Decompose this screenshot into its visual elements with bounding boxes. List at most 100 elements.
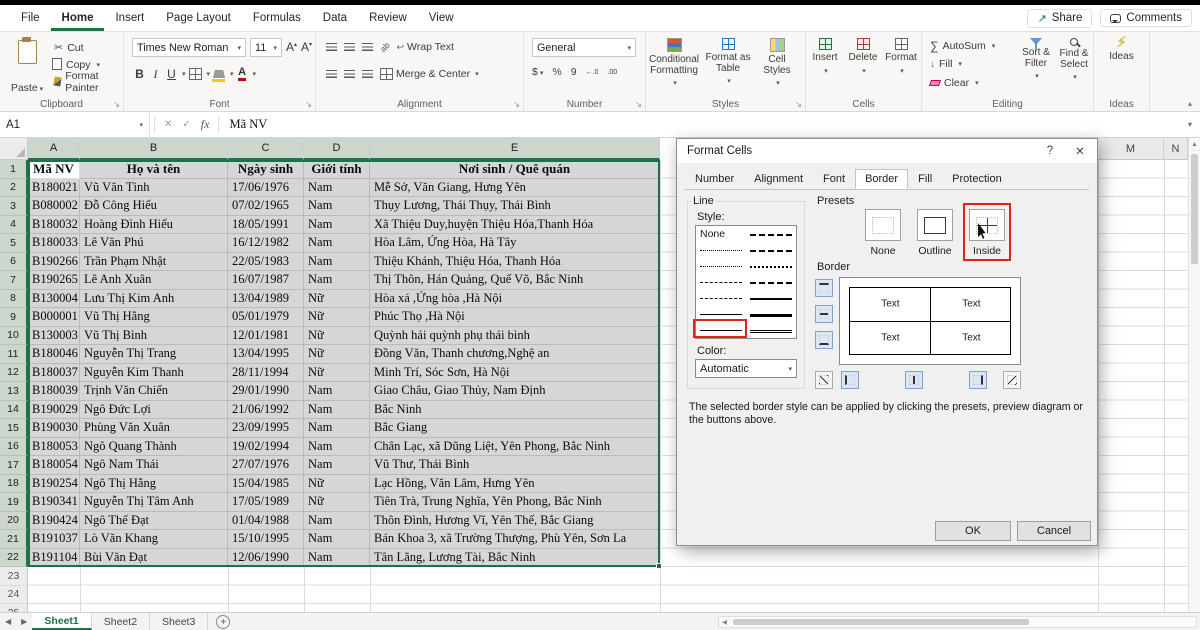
chevron-down-icon[interactable]: ▾: [182, 70, 186, 78]
cell[interactable]: Nam: [304, 197, 370, 216]
line-style-option[interactable]: [696, 274, 746, 290]
line-style-option[interactable]: [746, 274, 796, 290]
row-header[interactable]: 25: [0, 604, 28, 612]
column-header-c[interactable]: C: [228, 138, 304, 160]
cell[interactable]: Ngày sinh: [228, 160, 304, 179]
find-select-button[interactable]: Find & Select ▾: [1056, 32, 1092, 84]
cancel-button[interactable]: Cancel: [1017, 521, 1091, 541]
fill-button[interactable]: ↓ Fill ▾: [930, 58, 962, 70]
cell[interactable]: Nam: [304, 252, 370, 271]
ribbon-tab-formulas[interactable]: Formulas: [242, 5, 312, 31]
clipboard-dialog-launcher-icon[interactable]: ↘: [113, 100, 120, 109]
row-header[interactable]: 9: [0, 308, 28, 327]
cell[interactable]: Hòa Lâm, Ứng Hòa, Hà Tây: [370, 234, 660, 253]
ribbon-tab-data[interactable]: Data: [312, 5, 358, 31]
cell[interactable]: Ngô Quang Thành: [80, 437, 228, 456]
formula-bar-input[interactable]: Mã NV: [223, 117, 1180, 132]
cell[interactable]: 22/05/1983: [228, 252, 304, 271]
cell[interactable]: 12/06/1990: [228, 548, 304, 567]
vertical-scrollbar[interactable]: ▲: [1188, 138, 1200, 612]
line-style-option[interactable]: [746, 258, 796, 274]
cell[interactable]: Ngô Đức Lợi: [80, 400, 228, 419]
cell[interactable]: 27/07/1976: [228, 456, 304, 475]
cell[interactable]: 15/10/1995: [228, 530, 304, 549]
align-right-icon[interactable]: [362, 70, 373, 78]
row-header[interactable]: 4: [0, 215, 28, 234]
horizontal-scroll-thumb[interactable]: [733, 619, 1029, 625]
row-header[interactable]: 20: [0, 511, 28, 530]
cell[interactable]: Thôn Đình, Hương Vĩ, Yên Thế, Bắc Giang: [370, 511, 660, 530]
column-header-e[interactable]: E: [370, 138, 660, 160]
cell[interactable]: 13/04/1995: [228, 345, 304, 364]
active-cell-a1[interactable]: Mã NV: [28, 160, 80, 179]
row-header[interactable]: 8: [0, 289, 28, 308]
comments-button[interactable]: Comments: [1100, 9, 1192, 27]
wrap-text-button[interactable]: ↩ Wrap Text: [396, 41, 453, 53]
cell[interactable]: B130003: [28, 326, 80, 345]
cell[interactable]: Ngô Thế Đạt: [80, 511, 228, 530]
align-middle-icon[interactable]: [344, 43, 355, 51]
font-color-button[interactable]: A: [235, 65, 250, 83]
enter-icon[interactable]: ✓: [177, 119, 195, 130]
cell[interactable]: 05/01/1979: [228, 308, 304, 327]
alignment-dialog-launcher-icon[interactable]: ↘: [513, 100, 520, 109]
cancel-icon[interactable]: ✕: [159, 119, 177, 130]
cell[interactable]: B180054: [28, 456, 80, 475]
cell[interactable]: 16/07/1987: [228, 271, 304, 290]
cell[interactable]: Nữ: [304, 345, 370, 364]
row-header[interactable]: 16: [0, 437, 28, 456]
cell[interactable]: Nữ: [304, 493, 370, 512]
line-style-option[interactable]: [696, 242, 746, 258]
vertical-scroll-thumb[interactable]: [1191, 154, 1198, 264]
cell[interactable]: Bùi Văn Đạt: [80, 548, 228, 567]
merge-center-button[interactable]: Merge & Center ▾: [380, 68, 479, 80]
align-left-icon[interactable]: [326, 70, 337, 78]
align-top-icon[interactable]: [326, 43, 337, 51]
cell[interactable]: B190266: [28, 252, 80, 271]
cell[interactable]: B190341: [28, 493, 80, 512]
align-bottom-icon[interactable]: [362, 43, 373, 51]
line-style-option[interactable]: [696, 322, 746, 338]
name-box[interactable]: A1 ▾: [0, 112, 150, 137]
share-button[interactable]: ↗ Share: [1027, 8, 1093, 28]
border-left-button[interactable]: [841, 371, 859, 389]
font-dialog-launcher-icon[interactable]: ↘: [305, 100, 312, 109]
cell[interactable]: Lạc Hồng, Văn Lâm, Hưng Yên: [370, 474, 660, 493]
cell[interactable]: Trần Phạm Nhật: [80, 252, 228, 271]
border-bottom-button[interactable]: [815, 331, 833, 349]
cell[interactable]: Nguyễn Thị Trang: [80, 345, 228, 364]
cell[interactable]: Nam: [304, 437, 370, 456]
cell[interactable]: Phúc Thọ ,Hà Nội: [370, 308, 660, 327]
paste-button[interactable]: Paste ▾: [7, 37, 47, 97]
column-header-a[interactable]: A: [28, 138, 80, 160]
cell[interactable]: B180046: [28, 345, 80, 364]
line-style-option[interactable]: [696, 290, 746, 306]
column-header-m[interactable]: M: [1098, 138, 1164, 160]
cell[interactable]: Nguyễn Kim Thanh: [80, 363, 228, 382]
tab-font[interactable]: Font: [813, 169, 855, 189]
chevron-down-icon[interactable]: ▾: [230, 70, 234, 78]
cell[interactable]: 16/12/1982: [228, 234, 304, 253]
cell[interactable]: Nơi sinh / Quê quán: [370, 160, 660, 179]
ribbon-tab-file[interactable]: File: [10, 5, 51, 31]
cell[interactable]: Lê Anh Xuân: [80, 271, 228, 290]
cell[interactable]: Nam: [304, 215, 370, 234]
tab-number[interactable]: Number: [685, 169, 744, 189]
cell[interactable]: Hòa xá ,Ứng hòa ,Hà Nội: [370, 289, 660, 308]
row-header[interactable]: 10: [0, 326, 28, 345]
line-style-option[interactable]: [696, 258, 746, 274]
align-center-icon[interactable]: [344, 70, 355, 78]
cell[interactable]: B130004: [28, 289, 80, 308]
cell[interactable]: 19/02/1994: [228, 437, 304, 456]
row-header[interactable]: 21: [0, 530, 28, 549]
cell[interactable]: Nam: [304, 178, 370, 197]
cell[interactable]: Ngô Thị Hằng: [80, 474, 228, 493]
column-header-n[interactable]: N: [1164, 138, 1188, 160]
cell[interactable]: Nam: [304, 382, 370, 401]
border-vertical-inside-button[interactable]: [905, 371, 923, 389]
cell[interactable]: Nam: [304, 548, 370, 567]
row-header[interactable]: 2: [0, 178, 28, 197]
border-right-button[interactable]: [969, 371, 987, 389]
increase-decimal-icon[interactable]: ←.0: [586, 69, 599, 76]
cell[interactable]: B191037: [28, 530, 80, 549]
